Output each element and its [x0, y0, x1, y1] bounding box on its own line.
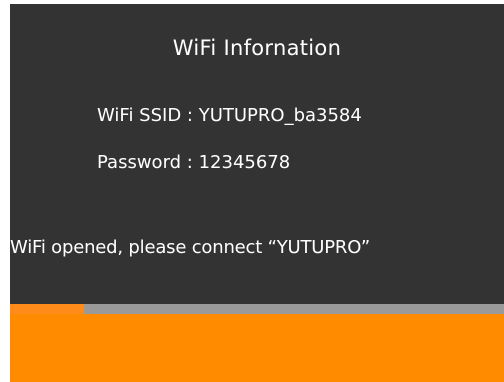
ssid-value: YUTUPRO_ba3584: [198, 105, 362, 126]
status-message: WiFi opened, please connect “YUTUPRO”: [10, 237, 371, 258]
wifi-info-panel: WiFi Infornation WiFi SSID : YUTUPRO_ba3…: [10, 4, 504, 304]
progress-bar: [10, 304, 504, 314]
bottom-accent-bar: [10, 314, 504, 382]
ssid-row: WiFi SSID : YUTUPRO_ba3584: [97, 105, 362, 126]
password-value: 12345678: [198, 152, 291, 173]
password-label: Password :: [97, 152, 199, 173]
progress-fill: [10, 304, 85, 314]
wifi-info-screen: WiFi Infornation WiFi SSID : YUTUPRO_ba3…: [0, 0, 504, 382]
password-row: Password : 12345678: [97, 152, 290, 173]
ssid-label: WiFi SSID :: [97, 105, 199, 126]
dialog-title: WiFi Infornation: [172, 36, 342, 60]
